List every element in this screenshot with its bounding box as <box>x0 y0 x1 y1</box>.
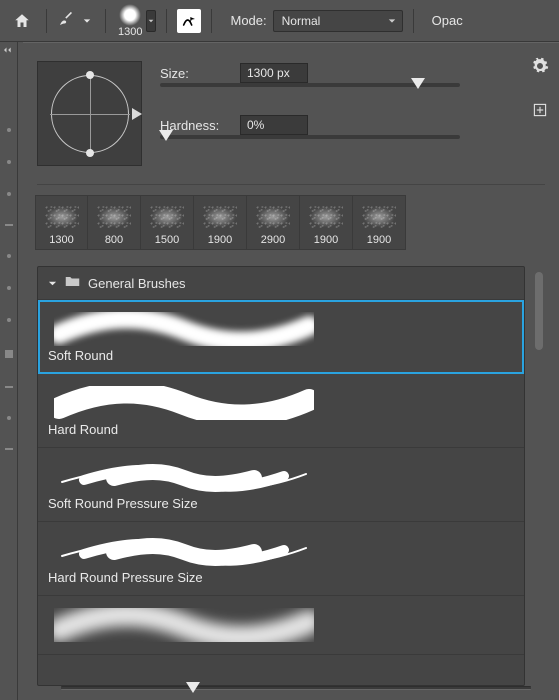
angle-handle[interactable] <box>86 149 94 157</box>
recent-brushes-strip: 1300 800 1500 1900 2900 1900 1900 <box>23 185 559 258</box>
recent-brush-item[interactable]: 1500 <box>141 195 194 250</box>
home-button[interactable] <box>8 7 36 35</box>
hardness-slider[interactable] <box>160 135 460 139</box>
tool-preset-picker[interactable] <box>57 10 95 31</box>
chevron-down-icon <box>388 14 396 28</box>
size-label: Size: <box>160 66 230 81</box>
recent-brush-item[interactable]: 1900 <box>353 195 406 250</box>
options-bar: 1300 Mode: Normal Opac <box>0 0 559 42</box>
gear-icon <box>531 57 549 75</box>
brush-thumb <box>147 202 187 232</box>
recent-brush-size: 1900 <box>367 234 391 246</box>
recent-brush-item[interactable]: 800 <box>88 195 141 250</box>
recent-brush-size: 800 <box>105 234 123 246</box>
vertical-divider <box>105 9 106 33</box>
new-preset-icon <box>532 102 548 118</box>
brush-icon <box>57 10 75 31</box>
vertical-divider <box>413 9 414 33</box>
scrollbar-thumb[interactable] <box>535 272 543 350</box>
brush-group-name: General Brushes <box>88 276 186 291</box>
slider-thumb[interactable] <box>411 78 425 89</box>
chevron-down-icon[interactable] <box>146 10 156 32</box>
panel-menu-button[interactable] <box>531 57 549 78</box>
brush-list-scrollbar[interactable] <box>535 266 545 686</box>
brush-name: Hard Round <box>48 422 514 437</box>
expand-panels-button[interactable] <box>0 42 17 58</box>
mode-label: Mode: <box>230 13 266 28</box>
slider-thumb[interactable] <box>159 130 173 141</box>
folder-icon <box>65 275 80 291</box>
angle-arrow-icon <box>132 108 142 123</box>
recent-brush-item[interactable]: 1900 <box>300 195 353 250</box>
recent-brush-size: 2900 <box>261 234 285 246</box>
recent-brush-size: 1500 <box>155 234 179 246</box>
new-brush-button[interactable] <box>532 102 548 121</box>
opacity-label: Opac <box>432 13 463 28</box>
slider-thumb[interactable] <box>186 682 200 693</box>
size-input[interactable]: 1300 px <box>240 63 308 83</box>
brush-name: Hard Round Pressure Size <box>48 570 514 585</box>
recent-brush-size: 1300 <box>49 234 73 246</box>
recent-brush-size: 1900 <box>208 234 232 246</box>
brush-angle-widget[interactable] <box>37 61 142 166</box>
hardness-input[interactable]: 0% <box>240 115 308 135</box>
recent-brush-item[interactable]: 1300 <box>35 195 88 250</box>
brush-thumb <box>359 202 399 232</box>
brush-preview-size: 1300 <box>118 27 142 38</box>
pressure-opacity-button[interactable] <box>177 9 201 33</box>
size-slider[interactable] <box>160 83 460 87</box>
brush-stroke-preview <box>48 382 514 418</box>
recent-brush-size: 1900 <box>314 234 338 246</box>
blend-mode-value: Normal <box>282 14 321 28</box>
preview-zoom-slider[interactable] <box>61 686 531 690</box>
brush-stroke-preview <box>48 604 514 640</box>
brush-list-item[interactable] <box>38 596 524 655</box>
recent-brush-item[interactable]: 1900 <box>194 195 247 250</box>
panel-dock-strip <box>0 42 18 700</box>
brush-preview-dot <box>119 4 141 26</box>
brush-list-item[interactable]: Hard Round <box>38 374 524 448</box>
brush-name: Soft Round <box>48 348 514 363</box>
recent-brush-item[interactable]: 2900 <box>247 195 300 250</box>
brush-stroke-preview <box>48 530 514 566</box>
brush-thumb <box>253 202 293 232</box>
home-icon <box>13 12 31 30</box>
angle-handle[interactable] <box>86 71 94 79</box>
chevron-down-icon <box>48 276 57 291</box>
brush-thumb <box>306 202 346 232</box>
brush-thumb <box>94 202 134 232</box>
vertical-divider <box>211 9 212 33</box>
brush-preset-picker[interactable]: 1300 <box>116 4 156 38</box>
chevron-down-icon <box>79 13 95 29</box>
vertical-divider <box>166 9 167 33</box>
brush-list-item[interactable]: Hard Round Pressure Size <box>38 522 524 596</box>
brush-stroke-preview <box>48 308 514 344</box>
pressure-icon <box>181 13 197 29</box>
brush-settings-panel: Size: 1300 px Hardness: 0% <box>23 42 559 700</box>
brush-list: General Brushes Soft Round Hard Round Soft… <box>37 266 525 686</box>
brush-group-header[interactable]: General Brushes <box>38 267 524 300</box>
brush-name: Soft Round Pressure Size <box>48 496 514 511</box>
brush-list-item[interactable]: Soft Round <box>38 300 524 374</box>
brush-thumb <box>200 202 240 232</box>
brush-list-item[interactable]: Soft Round Pressure Size <box>38 448 524 522</box>
blend-mode-select[interactable]: Normal <box>273 10 403 32</box>
brush-thumb <box>42 202 82 232</box>
brush-stroke-preview <box>48 456 514 492</box>
vertical-divider <box>46 9 47 33</box>
